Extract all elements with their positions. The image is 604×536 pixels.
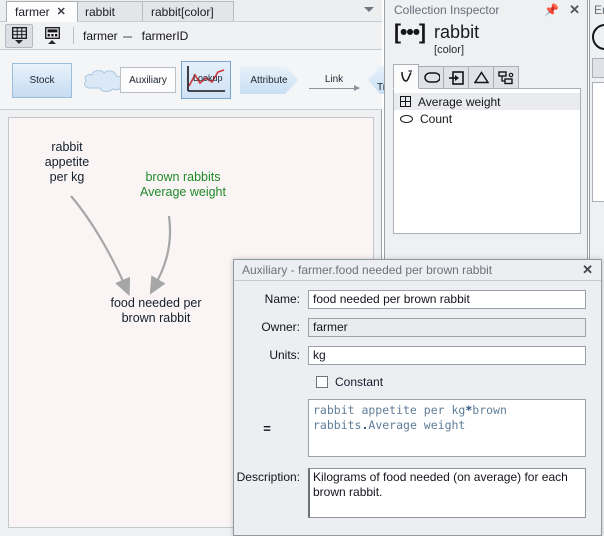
tab-close-icon[interactable]: ✕ — [57, 6, 66, 18]
units-field[interactable]: kg — [308, 346, 586, 365]
owner-field: farmer — [308, 318, 586, 337]
palette-link-label: Link — [324, 73, 344, 85]
caret-down-icon — [15, 40, 23, 44]
input-arrow-icon — [448, 70, 464, 85]
tab-farmer[interactable]: farmer ✕ — [6, 1, 78, 22]
table-grid-icon[interactable] — [5, 23, 33, 48]
palette-item-lookup[interactable]: Lookup — [181, 61, 231, 99]
tab-rabbit[interactable]: rabbit — [76, 1, 144, 21]
formula-field[interactable]: rabbit appetite per kg*brown rabbits.Ave… — [308, 399, 586, 457]
constant-label: Constant — [335, 375, 384, 389]
list-item-label: Count — [420, 111, 453, 126]
palette-item-link[interactable]: Link — [305, 64, 363, 98]
grid-icon — [400, 96, 411, 107]
close-icon[interactable]: ✕ — [569, 3, 580, 16]
inspector-tab-hierarchy[interactable] — [493, 66, 519, 89]
palette-stock-label: Stock — [29, 75, 55, 86]
arrow-weight-to-food — [149, 215, 172, 295]
tab-rabbit-color-label: rabbit[color] — [151, 4, 214, 19]
canvas-node-brown-rabbits-average-weight[interactable]: brown rabbits Average weight — [119, 170, 247, 200]
tab-strip: farmer ✕ rabbit rabbit[color] — [0, 0, 382, 22]
dialog-title-bar[interactable]: Auxiliary - farmer.food needed per brown… — [234, 260, 601, 281]
inspector-title-bar: Collection Inspector 📌 ✕ — [385, 0, 588, 20]
dialog-title: Auxiliary - farmer.food needed per brown… — [242, 263, 493, 277]
breadcrumb-leaf[interactable]: farmerID — [142, 29, 189, 43]
svg-text:Lookup: Lookup — [193, 73, 223, 83]
chevron-down-icon[interactable] — [364, 7, 374, 12]
auxiliary-properties-dialog: Auxiliary - farmer.food needed per brown… — [233, 259, 602, 536]
dialog-row-units: Units: kg — [234, 346, 601, 365]
tab-farmer-label: farmer — [15, 5, 50, 19]
description-field[interactable]: Kilograms of food needed (on average) fo… — [308, 468, 586, 518]
toolbar-separator — [73, 27, 74, 44]
arrow-appetite-to-food — [70, 195, 131, 297]
inspector-tab-shapes[interactable] — [418, 66, 444, 89]
dialog-row-owner: Owner: farmer — [234, 318, 601, 337]
breadcrumb-toolbar: farmer --- farmerID — [0, 21, 382, 50]
link-arrow-icon — [309, 84, 360, 91]
dialog-row-name: Name: food needed per brown rabbit — [234, 290, 601, 309]
hierarchy-tree-icon — [498, 70, 514, 84]
collection-glyph-icon: [•••] — [394, 21, 426, 44]
inspector-entity-name: rabbit — [434, 22, 480, 42]
formula-part-1: rabbit appetite per kg — [313, 403, 466, 417]
list-item-label: Average weight — [418, 94, 501, 109]
pin-icon[interactable]: 📌 — [544, 4, 559, 16]
breadcrumb: farmer --- farmerID — [83, 29, 188, 43]
circle-glyph-icon — [592, 24, 604, 50]
oval-shape-icon — [423, 72, 440, 83]
far-panel-tab[interactable] — [592, 58, 604, 78]
name-field[interactable]: food needed per brown rabbit — [308, 290, 586, 309]
inspector-header: [•••] rabbit [color] — [394, 22, 479, 57]
palette-item-attribute[interactable]: Attribute — [240, 66, 298, 94]
variables-v-icon — [400, 70, 412, 82]
units-label: Units: — [269, 348, 300, 362]
breadcrumb-root[interactable]: farmer — [83, 29, 118, 43]
calculator-icon[interactable] — [38, 24, 66, 48]
dialog-row-equation: = rabbit appetite per kg*brown rabbits.A… — [234, 399, 601, 457]
palette-item-auxiliary[interactable]: Auxiliary — [120, 67, 176, 93]
inspector-tab-triggers[interactable] — [468, 66, 494, 89]
palette-item-stock[interactable]: Stock — [12, 63, 72, 98]
caret-up-icon — [48, 40, 56, 44]
dialog-row-description: Description: Kilograms of food needed (o… — [234, 468, 601, 518]
far-panel-list[interactable] — [592, 82, 604, 202]
palette-attribute-label: Attribute — [250, 74, 288, 86]
inspector-entity-subtitle: [color] — [434, 44, 465, 56]
application-window: farmer ✕ rabbit rabbit[color] farmer ---… — [0, 0, 604, 536]
list-item[interactable]: Average weight — [394, 93, 580, 110]
triangle-icon — [473, 71, 489, 84]
breadcrumb-separator: --- — [122, 28, 133, 43]
tab-rabbit-color[interactable]: rabbit[color] — [142, 1, 234, 21]
formula-part-3: Average weight — [368, 418, 466, 432]
tab-rabbit-label: rabbit — [85, 4, 116, 19]
owner-label: Owner: — [261, 320, 300, 334]
inspector-tab-inputs[interactable] — [443, 66, 469, 89]
description-label: Description: — [236, 470, 300, 484]
inspector-title: Collection Inspector — [394, 3, 500, 17]
inspector-tab-variables[interactable] — [393, 64, 419, 89]
dialog-row-constant: Constant — [234, 375, 601, 389]
inspector-tab-bar — [393, 64, 519, 89]
far-panel-title: En — [594, 3, 604, 17]
inspector-variable-list[interactable]: Average weight Count — [393, 88, 581, 234]
shape-palette-toolbar: Stock Auxiliary Lookup Attribute Link Tr… — [0, 50, 408, 110]
list-item[interactable]: Count — [394, 110, 580, 127]
oval-icon — [400, 114, 413, 123]
canvas-node-rabbit-appetite[interactable]: rabbit appetite per kg — [25, 140, 109, 185]
canvas-node-food-needed-per-brown-rabbit[interactable]: food needed per brown rabbit — [91, 296, 221, 326]
close-icon[interactable]: ✕ — [582, 263, 593, 276]
equals-label: = — [263, 420, 271, 436]
lookup-chart-icon: Lookup — [187, 66, 225, 92]
name-label: Name: — [264, 292, 300, 306]
constant-checkbox[interactable] — [316, 376, 328, 388]
palette-auxiliary-label: Auxiliary — [129, 74, 167, 86]
